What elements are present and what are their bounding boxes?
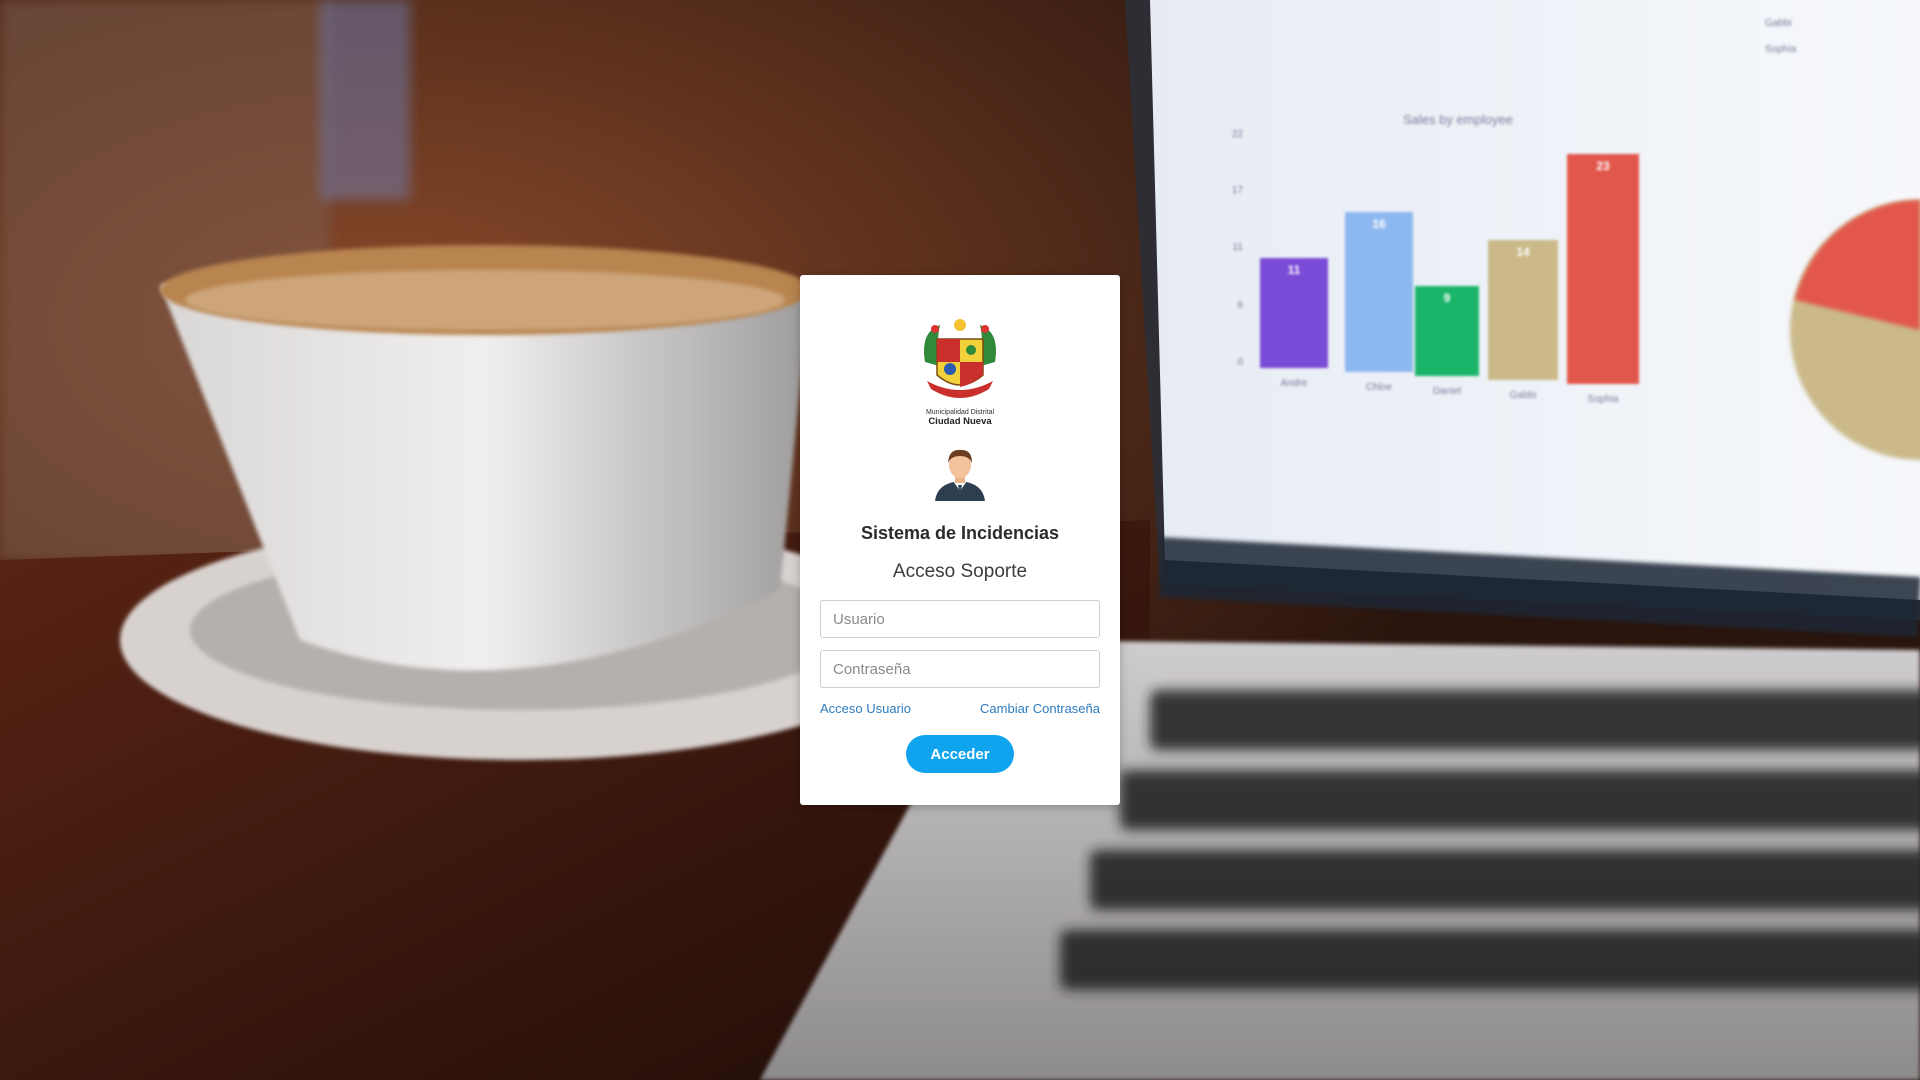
screen-chart-value: 23 (1596, 159, 1610, 173)
app-title: Sistema de Incidencias (860, 523, 1060, 543)
screen-chart-value: 14 (1516, 245, 1530, 259)
logo-line2: Ciudad Nueva (928, 416, 992, 427)
login-subtitle: Acceso Soporte (892, 561, 1028, 582)
municipality-logo: Municipalidad Distrital Ciudad Nueva (924, 319, 996, 427)
screen-chart-tick: 17 (1232, 185, 1244, 196)
screen-chart-bar (1488, 240, 1558, 380)
screen-chart-bar (1567, 154, 1639, 384)
password-input[interactable] (820, 650, 1100, 688)
change-password-link[interactable]: Cambiar Contraseña (980, 701, 1100, 716)
screen-chart-tick: 0 (1237, 357, 1243, 368)
screen-legend-item: Sophia (1765, 44, 1797, 55)
screen-chart-tick: 6 (1237, 300, 1243, 311)
login-submit-button[interactable]: Acceder (906, 735, 1014, 773)
user-access-link[interactable]: Acceso Usuario (820, 701, 911, 716)
screen-chart-category: Daniel (1433, 386, 1461, 397)
screen-chart-tick: 11 (1233, 242, 1244, 253)
screen-chart-value: 11 (1288, 263, 1301, 277)
screen-chart-category: Chloe (1366, 382, 1393, 393)
screen-chart-bar (1345, 212, 1413, 372)
screen-chart-value: 9 (1444, 291, 1451, 305)
screen-chart-category: Sophia (1587, 394, 1619, 405)
screen-legend-item: Gabbi (1765, 18, 1792, 29)
screen-chart-value: 16 (1372, 217, 1386, 231)
screen-chart-category: Gabbi (1510, 390, 1537, 401)
username-input[interactable] (820, 600, 1100, 638)
login-card: Municipalidad Distrital Ciudad Nueva Sis… (800, 275, 1120, 805)
screen-chart-tick: 22 (1232, 129, 1244, 140)
screen-chart-category: Andre (1281, 378, 1308, 389)
logo-line1: Municipalidad Distrital (926, 409, 995, 416)
user-avatar-icon (935, 449, 985, 501)
screen-chart-title: Sales by employee (1403, 112, 1513, 127)
